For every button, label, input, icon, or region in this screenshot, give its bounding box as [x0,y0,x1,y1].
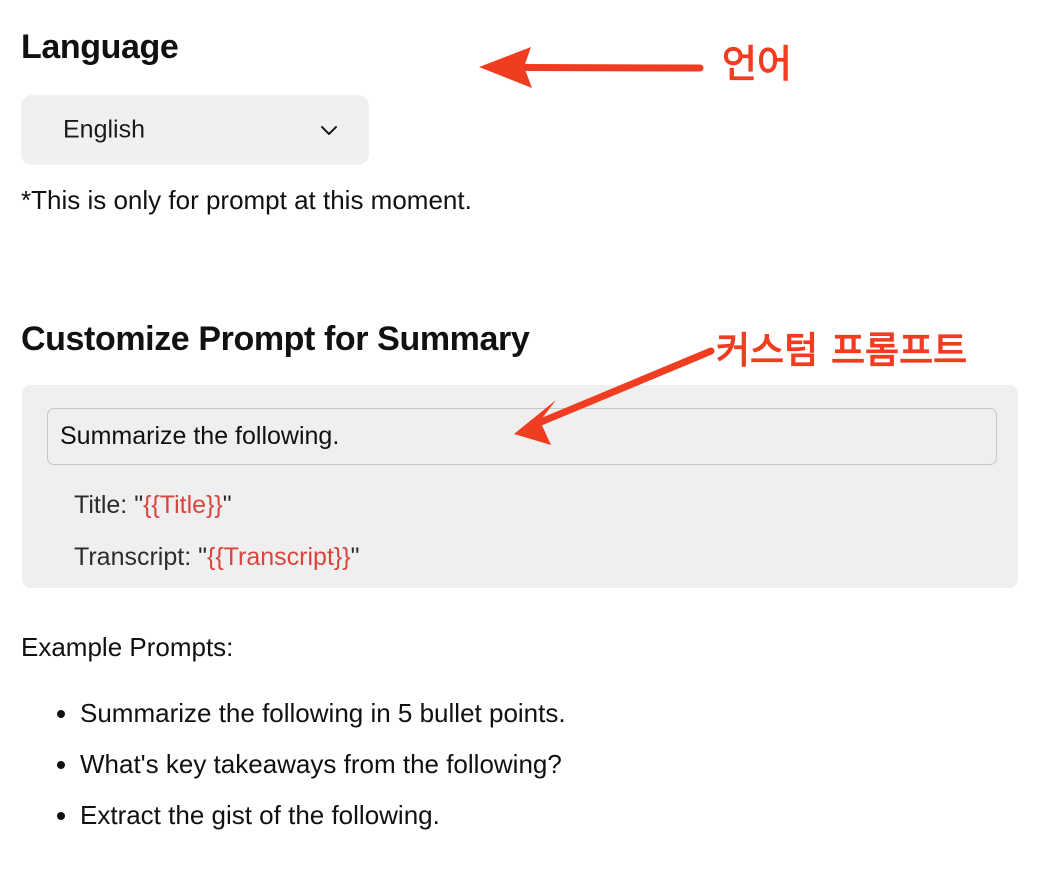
settings-page: Language English *This is only for promp… [0,0,1040,878]
custom-prompt-annotation-text: 커스텀 프롬프트 [716,329,968,372]
list-item: What's key takeaways from the following? [80,739,566,790]
chevron-down-icon [321,126,337,135]
language-select-value: English [63,115,145,144]
language-annotation-text: 언어 [722,42,792,86]
template-transcript-close: " [350,543,360,571]
template-transcript-token: {{Transcript}} [206,543,351,571]
template-title-line: Title: "{{Title}}" [74,491,232,520]
language-select[interactable]: English [21,95,369,165]
example-prompts-label: Example Prompts: [21,632,234,662]
custom-prompt-input[interactable] [47,408,997,465]
list-item: Extract the gist of the following. [80,790,566,841]
template-transcript-label: Transcript: " [74,543,207,571]
arrow-left-icon [479,47,704,88]
example-prompts-list: Summarize the following in 5 bullet poin… [58,688,566,841]
language-section-heading: Language [21,28,179,66]
language-note: *This is only for prompt at this moment. [21,185,472,215]
template-transcript-line: Transcript: "{{Transcript}}" [74,543,359,572]
prompt-panel: Title: "{{Title}}" Transcript: "{{Transc… [22,385,1018,588]
template-title-close: " [222,491,232,519]
template-title-label: Title: " [74,491,144,519]
template-title-token: {{Title}} [143,491,223,519]
customize-prompt-heading: Customize Prompt for Summary [21,320,530,358]
list-item: Summarize the following in 5 bullet poin… [80,688,566,739]
